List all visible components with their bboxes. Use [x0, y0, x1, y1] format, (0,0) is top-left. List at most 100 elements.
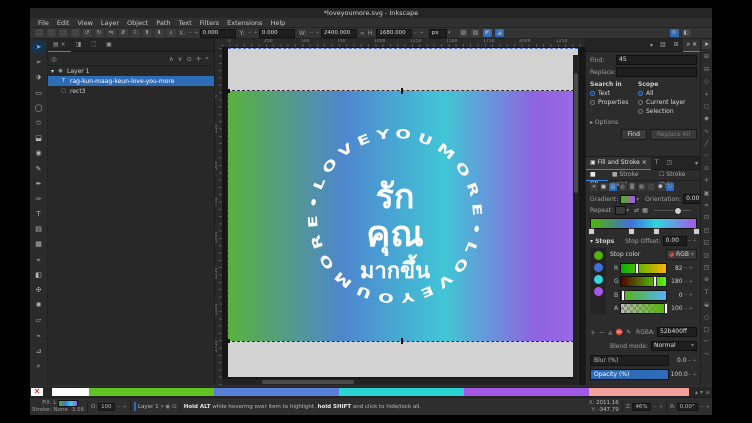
toolbar-icon[interactable]: ↺ [83, 29, 92, 37]
toolbar-icon[interactable]: ⬆ [143, 29, 152, 37]
scale-toggle[interactable]: ▧ [459, 29, 468, 37]
tab-fill-and-stroke[interactable]: ▣ Fill and Stroke × [586, 157, 651, 170]
toolbar-icon[interactable]: ⇵ [119, 29, 128, 37]
units-dropdown[interactable]: px ▾ [429, 29, 452, 38]
swatch-green[interactable] [89, 388, 214, 396]
swatch-white[interactable] [52, 388, 89, 396]
layer-label[interactable]: Layer 1 [67, 68, 89, 75]
stop-swatch[interactable] [594, 263, 603, 272]
search-icon[interactable]: ⌕ [205, 54, 209, 63]
toolbar-icon[interactable]: ⭳ [167, 29, 176, 37]
gradient-stop-handle[interactable] [693, 228, 700, 235]
toolbox-tool[interactable]: ⬓ [32, 132, 45, 145]
toolbox-tool[interactable]: ◯ [32, 102, 45, 115]
radio-text[interactable]: Text [590, 90, 638, 97]
canvas-viewport[interactable]: O U M O R E • L O V E Y O U M O R E • L … [222, 47, 579, 379]
x-field[interactable]: X: −+ 0.000 [179, 29, 236, 38]
eyedropper-icon[interactable]: ✎ [626, 329, 631, 336]
slider-red[interactable]: R 82−+ [610, 263, 697, 274]
move-up-icon[interactable]: ∧ [169, 55, 174, 63]
toolbar-icon[interactable]: ⭱ [131, 29, 140, 37]
swatch-blue[interactable] [214, 388, 339, 396]
gradient-stop-handle[interactable] [653, 228, 660, 235]
paint-type-button[interactable]: ◎ [619, 183, 627, 191]
slider-alpha[interactable]: A 100−+ [610, 303, 697, 314]
stop-swatch[interactable] [594, 275, 603, 284]
snap-toggle-icon[interactable]: ◻ [702, 102, 711, 111]
blend-icon[interactable]: ⊙ [186, 55, 191, 63]
snap-toggle-icon[interactable]: ⊙ [702, 164, 711, 173]
menu-item[interactable]: Text [175, 19, 196, 27]
subtab-stroke-paint[interactable]: ■ Stroke paint [608, 170, 655, 180]
toolbox-tool[interactable]: ⌕ [32, 360, 45, 373]
menu-item[interactable]: Edit [53, 19, 74, 27]
toolbox-tool[interactable]: ◉ [32, 147, 45, 160]
layer-lock-icon[interactable]: ⊡ [172, 404, 177, 410]
panel-tab[interactable]: 🗋 [86, 39, 101, 51]
toolbox-tool[interactable]: ➢ [32, 56, 45, 69]
panel-tab[interactable]: ◨ [71, 39, 87, 51]
subtab-fill[interactable]: ■ Fill [586, 170, 608, 181]
dialog-tab[interactable]: ⌕ × [683, 39, 701, 52]
snap-toggle-icon[interactable]: ╱ [702, 139, 711, 148]
paint-type-button[interactable]: ⬚ [647, 183, 655, 191]
snap-toggle-icon[interactable]: ⌐ [702, 337, 711, 346]
toolbox-tool[interactable]: ➤ [32, 41, 45, 54]
snap-toggle-icon[interactable]: ◆ [702, 114, 711, 123]
toolbar-icon[interactable]: ⬚ [59, 29, 68, 37]
add-stop-icon[interactable]: ＋ [590, 328, 596, 337]
gradient-rectangle[interactable]: O U M O R E • L O V E Y O U M O R E • L … [228, 91, 578, 341]
snap-toggle-icon[interactable]: Т [702, 288, 711, 297]
menu-item[interactable]: Path [152, 19, 174, 27]
menu-item[interactable]: Help [266, 19, 289, 27]
slider-marker[interactable] [621, 290, 625, 301]
toolbox-tool[interactable]: ⊿ [32, 345, 45, 358]
paint-type-button[interactable]: ⭔ [666, 183, 674, 191]
toolbar-icon[interactable]: ⬚ [35, 29, 44, 37]
find-input[interactable]: 45 [616, 55, 697, 65]
scale-toggle[interactable]: ◩ [483, 29, 492, 37]
selection-handle[interactable] [226, 89, 230, 93]
snap-toggle-icon[interactable]: ¬ [702, 350, 711, 359]
vertical-scrollbar[interactable] [573, 55, 579, 379]
paint-type-button[interactable]: ✕ [590, 183, 598, 191]
menu-item[interactable]: Layer [97, 19, 123, 27]
delete-stop-icon[interactable]: ⛔ [616, 329, 623, 336]
scrollbar-thumb[interactable] [574, 73, 578, 193]
find-button[interactable]: Find [621, 129, 647, 140]
gradient-stop-handle[interactable] [588, 228, 595, 235]
snap-toggle-icon[interactable]: ◱ [702, 238, 711, 247]
radio-current-layer[interactable]: Current layer [638, 99, 686, 106]
snap-toggle-icon[interactable]: ◒ [702, 300, 711, 309]
fill-swatch[interactable] [58, 400, 78, 407]
toolbox-tool[interactable]: ⌁ [32, 330, 45, 343]
filter-icon[interactable]: ◎ [51, 55, 57, 63]
paint-type-button[interactable]: ⭓ [657, 183, 665, 191]
blend-mode-dropdown[interactable]: Normal▾ [651, 341, 697, 351]
stop-offset-value[interactable]: 0.00 [663, 236, 687, 246]
snap-toggle-icon[interactable]: ⌗ [702, 201, 711, 210]
toolbox-tool[interactable]: ✒ [32, 178, 45, 191]
swatch-none[interactable]: ✕ [31, 388, 43, 396]
y-field[interactable]: Y: −+ 0.000 [240, 29, 295, 38]
menu-item[interactable]: Object [123, 19, 152, 27]
y-value[interactable]: 0.000 [259, 29, 295, 38]
stroke-value[interactable]: None [53, 407, 67, 414]
snap-toggle-icon[interactable]: ⊟ [702, 65, 711, 74]
h-field[interactable]: H: 1680.000 −+ [368, 29, 425, 38]
paint-type-button[interactable]: ▧ [638, 183, 646, 191]
scale-toggle[interactable]: ◪ [495, 29, 504, 37]
object-label[interactable]: rag-kun-maag-keun-love-you-more [70, 78, 174, 85]
toolbox-tool[interactable]: ✎ [32, 163, 45, 176]
blur-value[interactable]: 0.0 [671, 357, 687, 364]
replace-input[interactable] [616, 67, 697, 77]
menu-item[interactable]: View [73, 19, 96, 27]
stop-swatch[interactable] [594, 287, 603, 296]
panel-tab[interactable]: ▣ [101, 39, 117, 51]
slider-green[interactable]: G 180−+ [610, 276, 697, 287]
paint-type-button[interactable]: ■ [600, 183, 608, 191]
toolbox-tool[interactable]: ◧ [32, 269, 45, 282]
toolbar-icon[interactable]: ⬚ [47, 29, 56, 37]
snap-toggle-icon[interactable]: ▣ [702, 189, 711, 198]
palette-down-icon[interactable]: ▾ [700, 389, 703, 396]
